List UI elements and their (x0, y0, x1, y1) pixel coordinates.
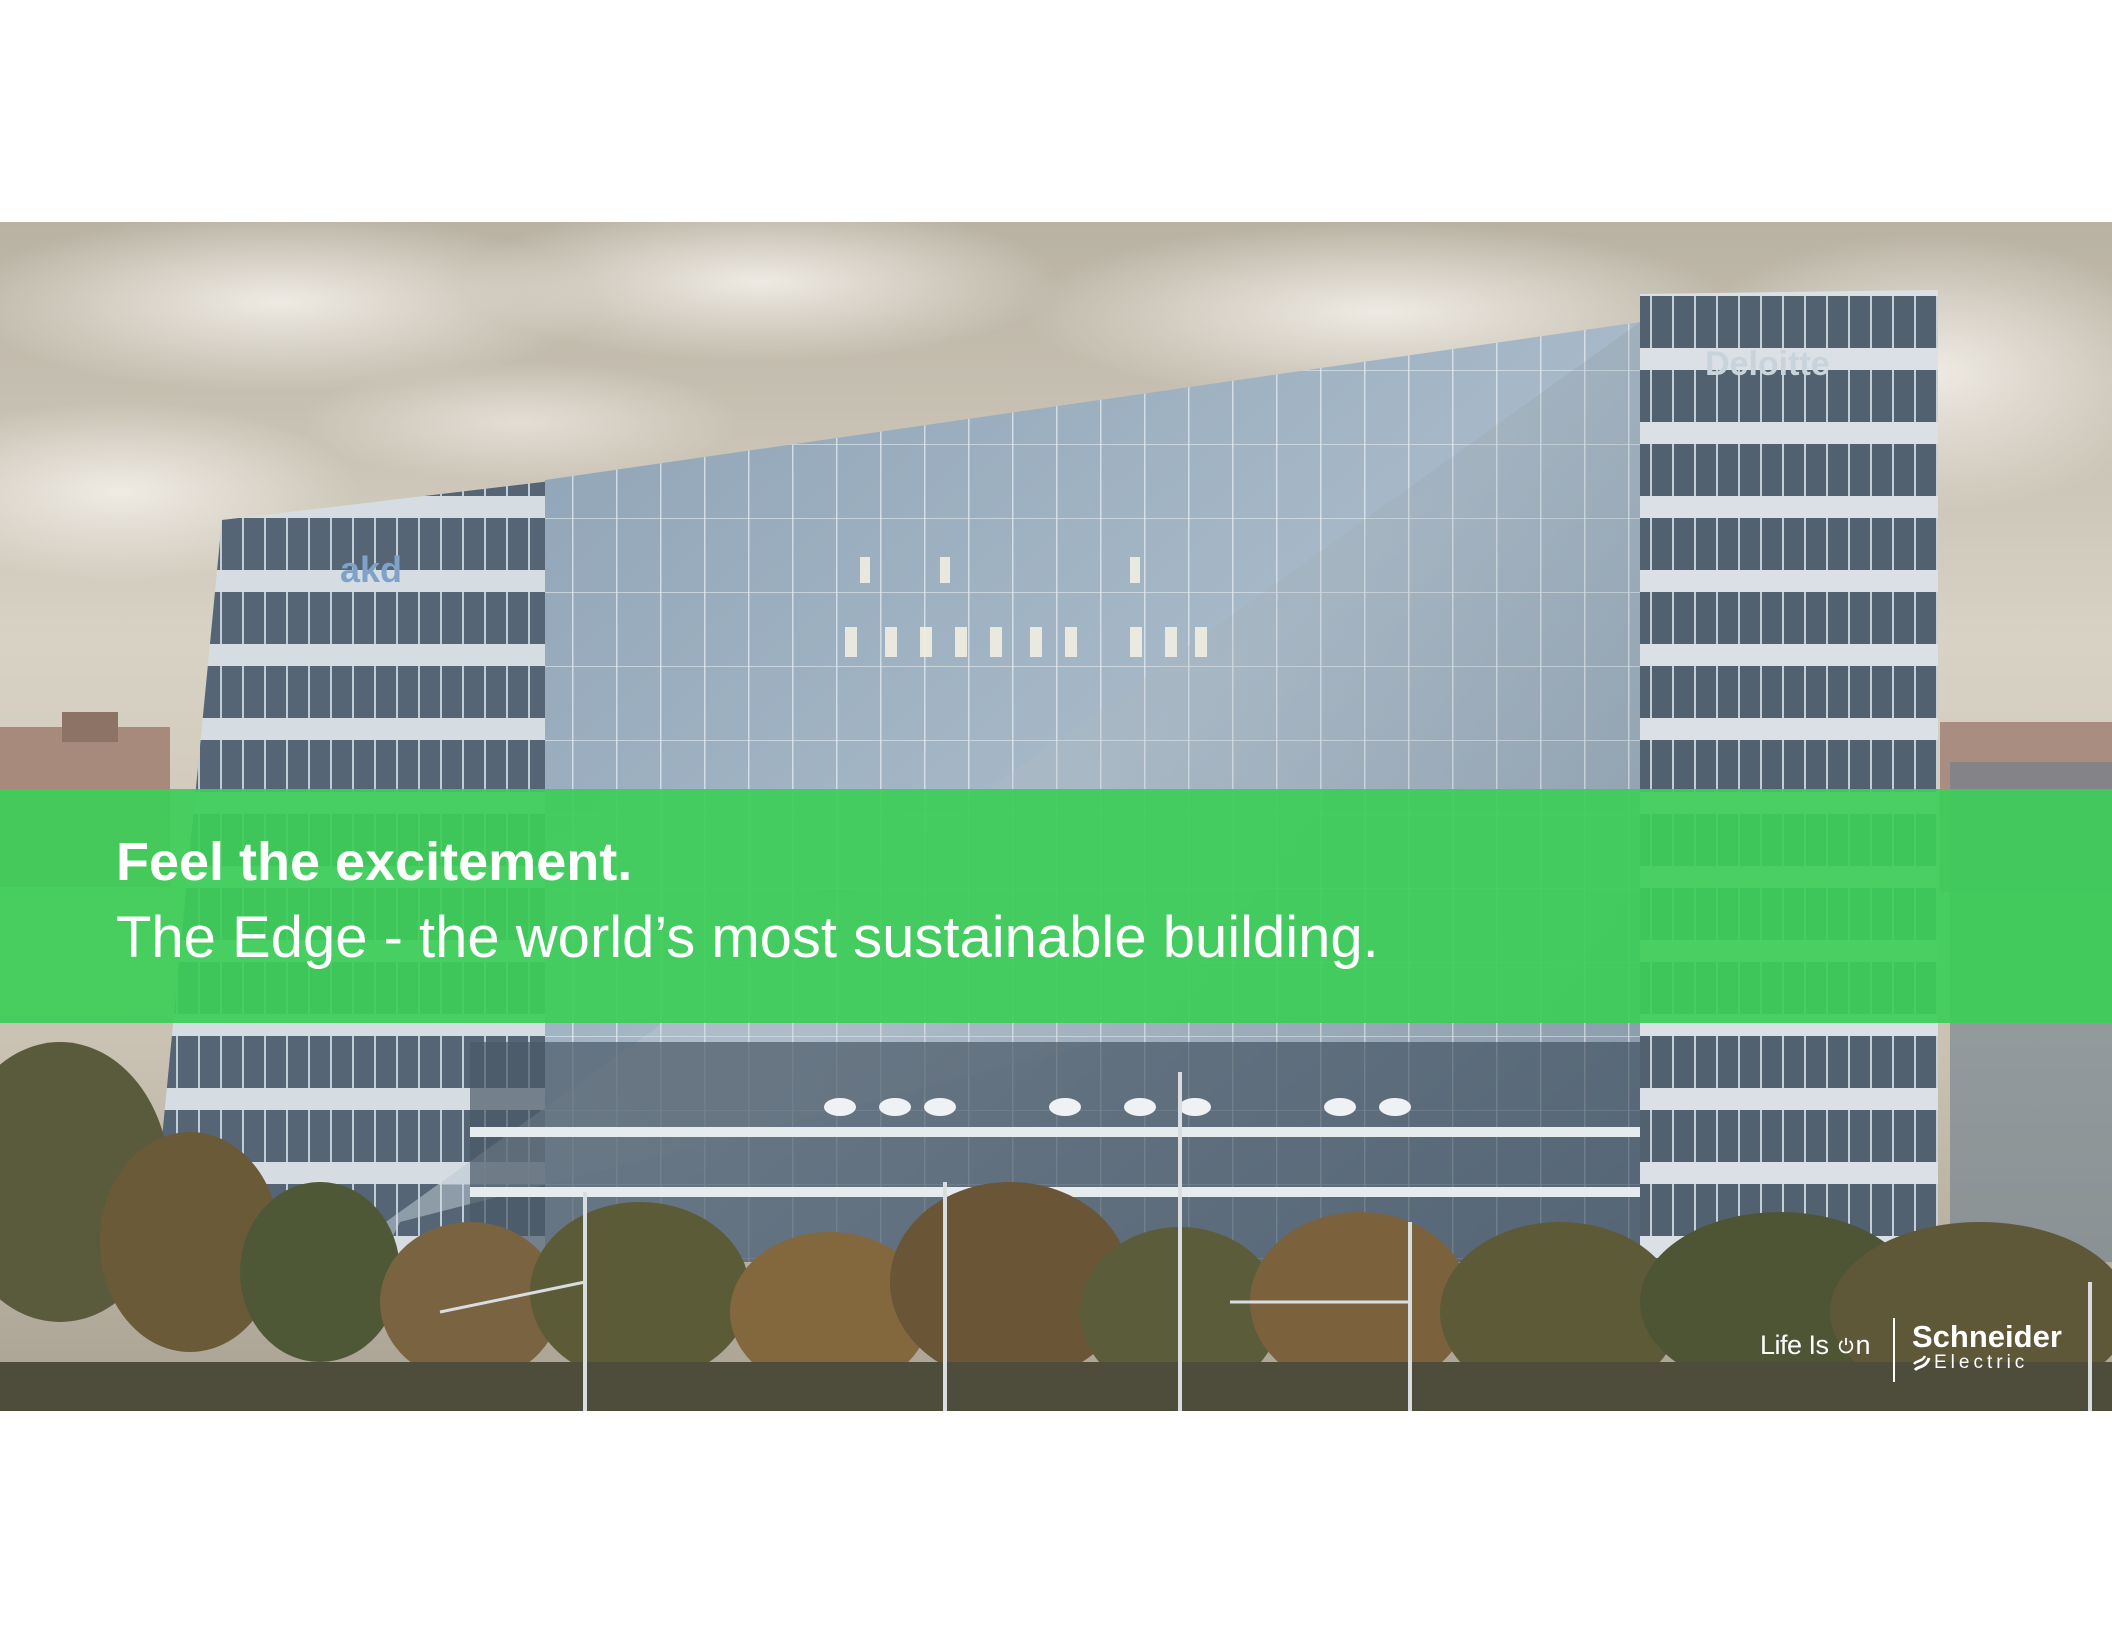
brand-footer: Life Is n Schneider Electric (1760, 1316, 2080, 1386)
tagline: Life Is n (1760, 1330, 1871, 1361)
schneider-wordmark: Schneider (1912, 1319, 2062, 1354)
tagline-suffix: n (1855, 1330, 1871, 1360)
schneider-electric-logo-icon (1913, 1355, 1931, 1372)
brand-divider (1893, 1318, 1895, 1382)
sign-akd: akd (340, 549, 402, 590)
power-icon (1838, 1337, 1853, 1354)
slide-subline: The Edge - the world’s most sustainable … (116, 905, 1379, 970)
electric-wordmark: Electric (1934, 1352, 2029, 1373)
slide-headline: Feel the excitement. (116, 832, 633, 892)
tagline-prefix: Life Is (1760, 1330, 1836, 1360)
sign-deloitte: Deloitte (1705, 345, 1830, 383)
slide: akd Deloitte Feel the excitement. The Ed… (0, 0, 2112, 1632)
